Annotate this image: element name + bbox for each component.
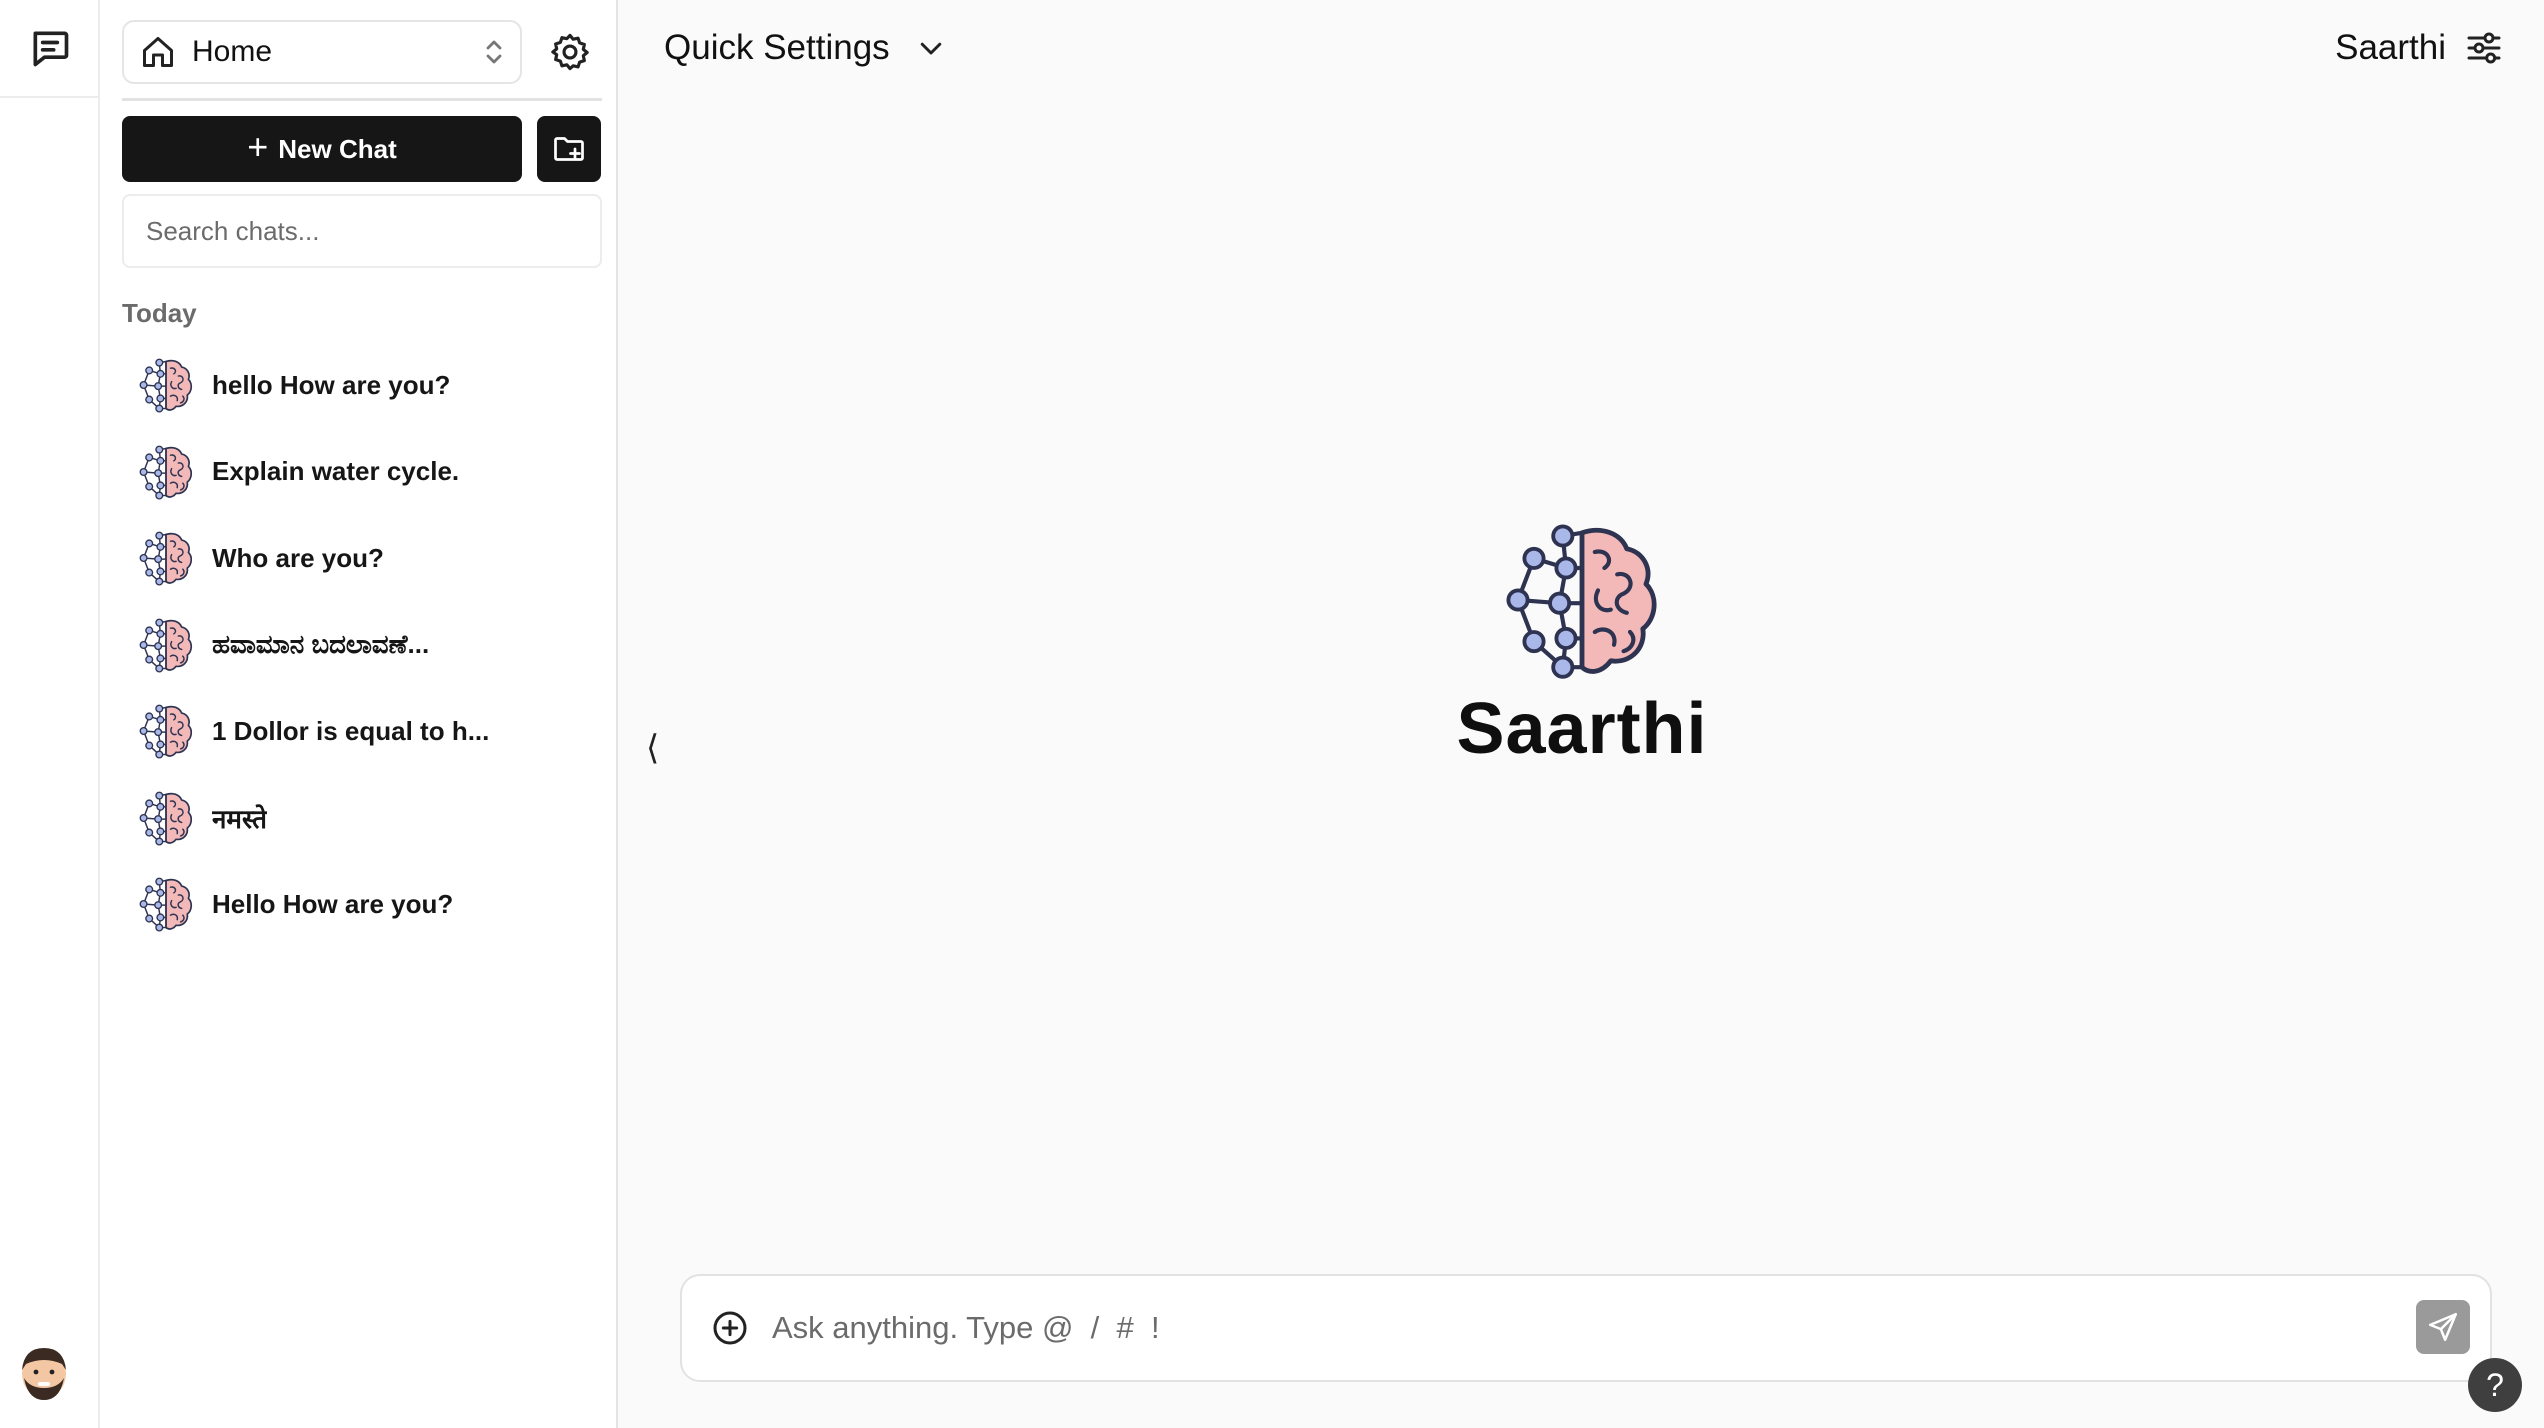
add-attachment-icon[interactable] bbox=[710, 1308, 750, 1348]
chat-list-item[interactable]: Hello How are you? bbox=[122, 861, 602, 948]
brain-icon bbox=[139, 618, 193, 673]
send-icon bbox=[2428, 1312, 2458, 1342]
sidebar: Home + New Chat Today hello How are you? bbox=[100, 0, 618, 1428]
avatar[interactable] bbox=[18, 1344, 70, 1402]
brain-logo-icon bbox=[1502, 520, 1662, 680]
brain-icon bbox=[139, 358, 193, 413]
search-chats-input[interactable] bbox=[122, 194, 602, 268]
new-chat-label: New Chat bbox=[278, 133, 397, 164]
chat-title: Explain water cycle. bbox=[212, 456, 460, 487]
sidebar-divider bbox=[122, 98, 602, 101]
chevron-down-icon bbox=[920, 42, 941, 55]
section-label-today: Today bbox=[122, 298, 197, 328]
plus-icon: + bbox=[247, 126, 269, 167]
chat-list: hello How are you? Explain water cycle. … bbox=[122, 342, 602, 948]
chat-title: ಹವಾಮಾನ ಬದಲಾವಣೆ... bbox=[212, 628, 430, 659]
folder-plus-icon bbox=[554, 137, 584, 161]
message-composer bbox=[680, 1274, 2492, 1382]
chat-title: Who are you? bbox=[212, 542, 384, 573]
gear-icon bbox=[551, 33, 589, 71]
quick-settings-dropdown[interactable]: Quick Settings bbox=[664, 20, 946, 76]
chat-list-item[interactable]: ಹವಾಮಾನ ಬದಲಾವಣೆ... bbox=[122, 602, 602, 689]
space-select-label: Home bbox=[192, 35, 273, 68]
settings-button[interactable] bbox=[540, 22, 600, 82]
hero-title: Saarthi bbox=[1456, 689, 1708, 769]
quick-settings-label: Quick Settings bbox=[664, 28, 890, 67]
chat-title: 1 Dollor is equal to h... bbox=[212, 715, 490, 746]
new-chat-button[interactable]: + New Chat bbox=[122, 116, 522, 182]
brain-icon bbox=[139, 445, 193, 500]
chat-list-item[interactable]: Who are you? bbox=[122, 515, 602, 602]
chats-rail-button[interactable] bbox=[0, 0, 100, 98]
space-select[interactable]: Home bbox=[122, 20, 522, 84]
chat-list-item[interactable]: hello How are you? bbox=[122, 342, 602, 429]
message-input[interactable] bbox=[772, 1310, 2272, 1346]
hero: Saarthi bbox=[620, 520, 2544, 770]
brain-icon bbox=[139, 531, 193, 586]
chat-title: hello How are you? bbox=[212, 369, 451, 400]
help-button[interactable]: ? bbox=[2468, 1358, 2522, 1412]
brain-icon bbox=[139, 704, 193, 759]
chat-icon bbox=[33, 31, 69, 67]
brain-icon bbox=[139, 791, 193, 846]
home-icon bbox=[143, 37, 173, 67]
chat-title: नमस्ते bbox=[212, 803, 267, 834]
new-folder-button[interactable] bbox=[537, 116, 601, 182]
chevron-up-down-icon bbox=[486, 40, 502, 64]
chat-list-item[interactable]: नमस्ते bbox=[122, 775, 602, 862]
send-button[interactable] bbox=[2416, 1300, 2470, 1354]
brain-icon bbox=[139, 877, 193, 932]
chat-list-item[interactable]: 1 Dollor is equal to h... bbox=[122, 688, 602, 775]
icon-rail bbox=[0, 0, 100, 1428]
chat-list-item[interactable]: Explain water cycle. bbox=[122, 429, 602, 516]
model-name: Saarthi bbox=[2335, 28, 2446, 67]
main-area: Quick Settings Saarthi ⟨ Saarthi bbox=[620, 0, 2544, 1428]
sliders-icon[interactable] bbox=[2464, 28, 2504, 68]
model-controls[interactable]: Saarthi bbox=[2335, 20, 2504, 76]
chat-title: Hello How are you? bbox=[212, 888, 454, 919]
user-avatar-icon bbox=[22, 1348, 66, 1400]
